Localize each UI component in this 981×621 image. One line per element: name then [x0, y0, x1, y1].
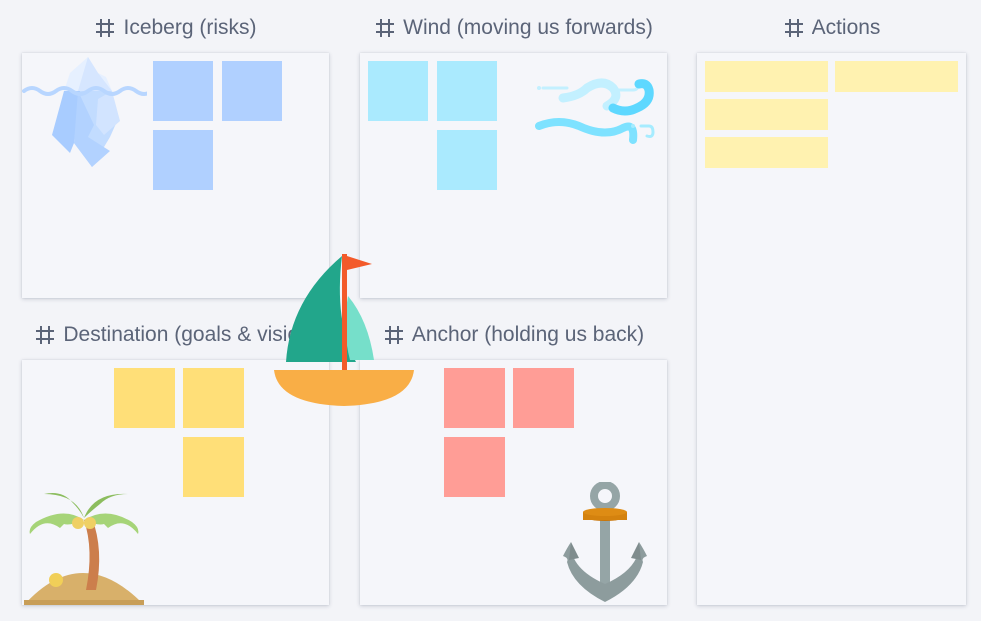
frame-hash-icon [376, 19, 395, 37]
sticky-note[interactable] [705, 61, 828, 92]
sticky-note[interactable] [835, 61, 958, 92]
frame-title-iceberg[interactable]: Iceberg (risks) [22, 14, 330, 42]
sticky-note[interactable] [444, 368, 505, 428]
sticky-note[interactable] [153, 130, 213, 190]
sticky-note[interactable] [368, 61, 428, 121]
sticky-note[interactable] [513, 368, 574, 428]
frame-hash-icon [784, 19, 803, 37]
frame-title-wind[interactable]: Wind (moving us forwards) [360, 14, 668, 42]
sticky-note[interactable] [444, 437, 505, 497]
sticky-note[interactable] [222, 61, 282, 121]
sticky-note[interactable] [183, 368, 244, 428]
palm-island-icon [24, 493, 144, 605]
sticky-note[interactable] [183, 437, 244, 497]
wind-icon [535, 78, 655, 144]
sticky-note[interactable] [153, 61, 213, 121]
frame-actions[interactable] [697, 53, 966, 605]
frame-title-text: Iceberg (risks) [123, 16, 257, 39]
sticky-note[interactable] [705, 137, 828, 168]
sailboat-icon [274, 254, 414, 406]
frame-title-text: Wind (moving us forwards) [403, 16, 653, 39]
sticky-note[interactable] [437, 61, 497, 121]
frame-title-actions[interactable]: Actions [697, 14, 967, 42]
sticky-note[interactable] [437, 130, 497, 190]
sticky-note[interactable] [705, 99, 828, 130]
iceberg-icon [22, 57, 147, 167]
frame-hash-icon [36, 326, 55, 344]
frame-title-text: Actions [811, 16, 881, 39]
frame-hash-icon [96, 19, 115, 37]
frame-title-text: Anchor (holding us back) [411, 323, 645, 346]
sticky-note[interactable] [114, 368, 175, 428]
anchor-icon [563, 482, 647, 602]
